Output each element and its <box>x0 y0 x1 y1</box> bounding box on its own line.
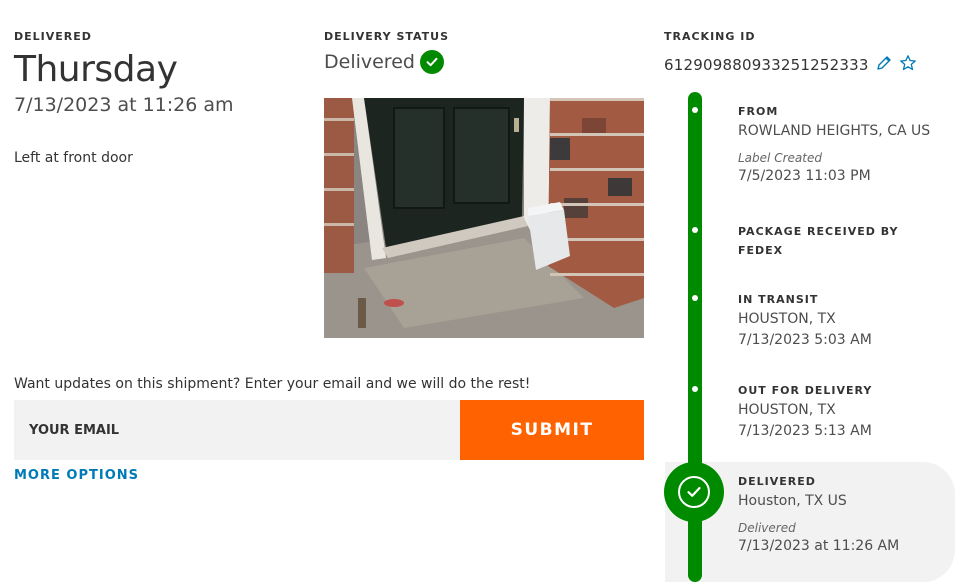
timeline-event-from: FROM ROWLAND HEIGHTS, CA US Label Create… <box>738 102 953 187</box>
event-title: PACKAGE RECEIVED BY FEDEX <box>738 225 899 257</box>
event-title: OUT FOR DELIVERY <box>738 384 873 397</box>
check-circle-icon <box>419 50 444 74</box>
tracking-id: TRACKING ID 612909880933251252333 <box>664 30 964 76</box>
event-status: Delivered <box>738 521 796 535</box>
event-datetime: 7/13/2023 at 11:26 AM <box>738 538 900 554</box>
timeline-event-received: PACKAGE RECEIVED BY FEDEX <box>738 222 908 260</box>
event-location: Houston, TX US <box>738 493 847 509</box>
timeline-event-out-for-delivery: OUT FOR DELIVERY HOUSTON, TX 7/13/2023 5… <box>738 381 953 442</box>
timeline-event-delivered: DELIVERED Houston, TX US Delivered 7/13/… <box>738 472 953 557</box>
event-title: IN TRANSIT <box>738 293 819 306</box>
event-title: FROM <box>738 105 779 118</box>
event-datetime: 7/5/2023 11:03 PM <box>738 168 871 184</box>
delivered-check-icon <box>664 462 724 522</box>
delivered-summary: DELIVERED Thursday 7/13/2023 at 11:26 am… <box>14 30 304 166</box>
tracking-id-label: TRACKING ID <box>664 30 756 43</box>
delivery-status-label: DELIVERY STATUS <box>324 30 450 43</box>
timeline-dot <box>692 107 698 113</box>
more-options-link[interactable]: MORE OPTIONS <box>14 468 139 483</box>
delivery-status: DELIVERY STATUS Delivered <box>324 30 644 74</box>
timeline-dot <box>692 227 698 233</box>
timeline-dot <box>692 295 698 301</box>
tracking-number: 612909880933251252333 <box>664 56 869 74</box>
timeline-dot <box>692 386 698 392</box>
event-location: HOUSTON, TX <box>738 402 836 418</box>
event-status: Label Created <box>738 151 822 165</box>
email-updates-prompt: Want updates on this shipment? Enter you… <box>14 376 531 392</box>
email-field[interactable] <box>14 400 460 460</box>
pencil-icon[interactable] <box>875 54 893 76</box>
star-icon[interactable] <box>899 54 917 76</box>
event-datetime: 7/13/2023 5:03 AM <box>738 332 872 348</box>
delivered-datetime: 7/13/2023 at 11:26 am <box>14 94 234 116</box>
delivered-day: Thursday <box>14 49 178 90</box>
timeline-event-in-transit: IN TRANSIT HOUSTON, TX 7/13/2023 5:03 AM <box>738 290 953 351</box>
delivered-label: DELIVERED <box>14 30 92 43</box>
delivery-note: Left at front door <box>14 150 133 166</box>
event-location: HOUSTON, TX <box>738 311 836 327</box>
delivery-photo[interactable] <box>324 98 644 338</box>
event-datetime: 7/13/2023 5:13 AM <box>738 423 872 439</box>
event-location: ROWLAND HEIGHTS, CA US <box>738 123 931 139</box>
delivery-status-value: Delivered <box>324 51 415 73</box>
submit-button[interactable]: SUBMIT <box>460 400 644 460</box>
event-title: DELIVERED <box>738 475 816 488</box>
email-signup-form: SUBMIT <box>14 400 644 460</box>
